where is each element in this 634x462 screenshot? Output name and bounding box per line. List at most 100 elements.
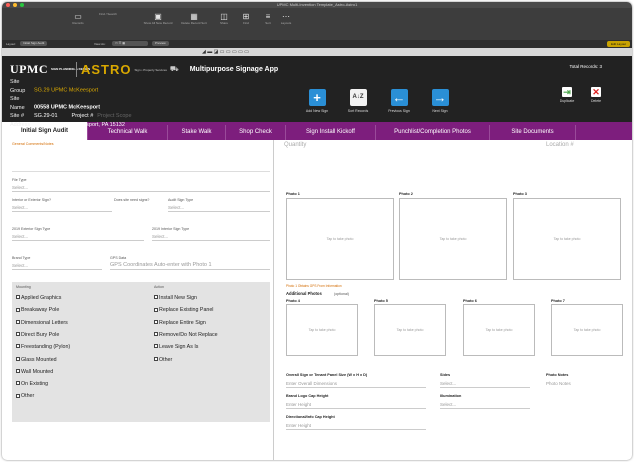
actions-checkbox[interactable]: Remove/Do Not Replace [154, 332, 218, 338]
tab-2[interactable]: Stake Walk [168, 125, 226, 140]
actions-checkbox[interactable]: Leave Sign As Is [154, 344, 198, 350]
checkbox-box[interactable] [154, 295, 158, 300]
mounting-checkbox[interactable]: Breakaway Pole [16, 307, 59, 313]
actions-checkbox[interactable]: Install New Sign [154, 295, 197, 301]
checkbox-box[interactable] [16, 393, 20, 398]
mounting-checkbox[interactable]: Freestanding (Pylon) [16, 344, 70, 350]
site-info-key: Address [10, 121, 31, 128]
quantity-label: Quantity [284, 142, 307, 148]
photo-slot-1[interactable]: Tap to take photo [399, 198, 507, 280]
brand-type-select[interactable]: Select... [12, 261, 102, 270]
toolbar-icon: ▣ [154, 12, 162, 21]
photo-slot-2[interactable]: Tap to take photo [463, 304, 535, 356]
button-label: Duplicate [559, 99, 575, 103]
tab-4[interactable]: Sign Install Kickoff [286, 125, 376, 140]
photo-slot-1[interactable]: Tap to take photo [374, 304, 446, 356]
checkbox-box[interactable] [154, 307, 158, 312]
mounting-checkbox[interactable]: On Existing [16, 381, 48, 387]
exterior-sign-type-label: 2019 Exterior Sign Type [12, 227, 51, 231]
add-new-sign-button[interactable]: + Add New Sign [297, 89, 337, 113]
plus-icon: + [308, 89, 326, 106]
mounting-checkbox[interactable]: Other [16, 393, 34, 399]
next-sign-button[interactable]: → Next Sign [420, 89, 460, 113]
edit-layout-button[interactable]: Edit Layout [606, 41, 630, 47]
photo-notes-field[interactable]: Photo Notes [546, 379, 626, 388]
brand-logo-cap-field[interactable]: Enter Height [286, 400, 426, 409]
directional-cap-field[interactable]: Enter Height [286, 421, 426, 430]
mounting-checkbox[interactable]: Applied Graphics [16, 295, 61, 301]
tab-3[interactable]: Shop Check [226, 125, 286, 140]
checkbox-box[interactable] [16, 344, 20, 349]
brand-logo: UPMC SIGN PLANNING & DESIGN ASTRO Sign •… [10, 62, 278, 77]
checkbox-box[interactable] [16, 332, 20, 337]
photo-slot-3[interactable]: Tap to take photo [551, 304, 623, 356]
photo-label: Photo 5 [374, 299, 388, 303]
checkbox-box[interactable] [16, 319, 20, 324]
tab-5[interactable]: Punchlist/Completion Photos [376, 125, 490, 140]
toolbar-item-2[interactable]: ▣ Show All New Record [142, 12, 174, 25]
exterior-sign-type-select[interactable]: Select... [12, 232, 144, 241]
toolbar-item-1[interactable]: Find / Search [92, 12, 124, 16]
checkbox-box[interactable] [154, 344, 158, 349]
actions-checkbox[interactable]: Replace Existing Panel [154, 307, 213, 313]
photo-label: Photo 1 [286, 192, 300, 196]
toolbar-item-7[interactable]: ⋯ Layouts [270, 12, 302, 25]
mounting-checkbox[interactable]: Dimensional Letters [16, 320, 68, 326]
gps-data-label: GPS Data [110, 256, 127, 260]
layout-select[interactable]: Initial Sign Audit [20, 41, 48, 46]
mounting-checkbox[interactable]: Direct Bury Pole [16, 332, 59, 338]
duplicate-button[interactable]: ⇥ Duplicate [555, 87, 579, 103]
checkbox-box[interactable] [16, 381, 20, 386]
photo-slot-2[interactable]: Tap to take photo [513, 198, 621, 280]
checkbox-box[interactable] [16, 369, 20, 374]
interior-sign-type-label: 2019 Interior Sign Type [152, 227, 190, 231]
layout-label: Layout: [6, 42, 16, 46]
checkbox-box[interactable] [154, 332, 158, 337]
audit-sign-type-select[interactable]: Select... [168, 203, 270, 212]
sort-az-icon: A↓Z [349, 89, 367, 106]
overall-size-label: Overall Sign or Tenant Panel Size (W x H… [286, 373, 368, 377]
general-comments-field[interactable] [12, 148, 270, 172]
sort-records-button[interactable]: A↓Z Sort Records [338, 89, 378, 113]
checkbox-label: Breakaway Pole [21, 307, 60, 314]
toolbar-label: Find / Search [99, 12, 117, 16]
photo-placeholder: Tap to take photo [553, 237, 581, 241]
tab-6[interactable]: Site Documents [490, 125, 576, 140]
delete-button[interactable]: ✕ Delete [584, 87, 608, 103]
photo-placeholder: Tap to take photo [573, 328, 601, 332]
toolbar-item-3[interactable]: ▦ Delete Record Sort [178, 12, 210, 25]
actions-checkbox[interactable]: Replace Entire Sign [154, 320, 206, 326]
toolbar-item-0[interactable]: ▭ Records [62, 12, 94, 25]
view-as-buttons[interactable]: ▭ ☰ ▦ [112, 41, 148, 46]
interior-exterior-select[interactable]: Select... [12, 203, 112, 212]
toolbar-icon: ⋯ [282, 12, 290, 21]
file-type-select[interactable]: Select... [12, 183, 270, 192]
previous-sign-button[interactable]: ← Previous Sign [379, 89, 419, 113]
checkbox-box[interactable] [16, 356, 20, 361]
checkbox-box[interactable] [16, 295, 20, 300]
photo-label: Photo 4 [286, 299, 300, 303]
overall-size-field[interactable]: Enter Overall Dimensions [286, 379, 426, 388]
mounting-checkbox[interactable]: Glass Mounted [16, 357, 57, 363]
actions-checkbox[interactable]: Other [154, 357, 172, 363]
mounting-checkbox[interactable]: Wall Mounted [16, 369, 53, 375]
photo-label: Photo 6 [463, 299, 477, 303]
location-label: Location # [546, 142, 574, 148]
checkbox-box[interactable] [16, 307, 20, 312]
mode-icons[interactable]: ◢ ▬ ◪ ▭ ▭ ▭ ▭ ▭ [202, 49, 249, 55]
photo-slot-0[interactable]: Tap to take photo [286, 304, 358, 356]
checkbox-box[interactable] [154, 319, 158, 324]
site-info-value: 1500 5th Ave, McKeesport, PA 15132 [34, 121, 125, 128]
interior-sign-type-select[interactable]: Select... [152, 232, 270, 241]
hand-truck-icon: ⛟ [169, 66, 179, 73]
project-number-value: Project Scope [97, 113, 132, 119]
additional-photos-label: Additional Photos [286, 291, 322, 296]
checkbox-box[interactable] [154, 356, 158, 361]
astro-logo: ASTRO [76, 62, 132, 77]
app-window: UPMC Multi-Invention Template_Astro-Astr… [2, 2, 632, 460]
site-info-row: Site # SG.29-01 Project # Project Scope [10, 112, 132, 121]
illumination-select[interactable]: Select... [440, 400, 530, 409]
photo-slot-0[interactable]: Tap to take photo [286, 198, 394, 280]
sides-select[interactable]: Select... [440, 379, 530, 388]
preview-button[interactable]: Preview [152, 41, 169, 46]
